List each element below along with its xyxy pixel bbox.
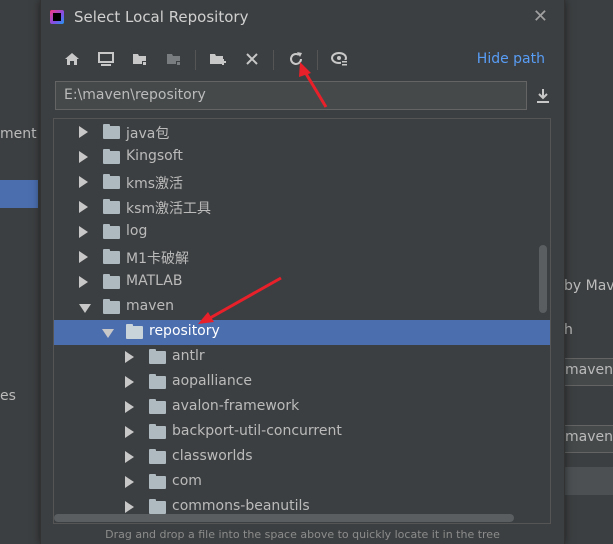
expand-arrow-right-icon[interactable] (79, 126, 88, 138)
hide-path-link[interactable]: Hide path (477, 51, 545, 67)
select-repository-dialog: Select Local Repository ✕ Hide path E:\m… (40, 0, 565, 544)
tree-row[interactable]: aopalliance (54, 370, 550, 395)
folder-tree[interactable]: java包 Kingsoft kms激活 ksm激活工具 log M1卡破解 MATLAB m… (53, 118, 551, 524)
folder-icon (149, 499, 166, 514)
toolbar-separator (195, 50, 196, 70)
tree-row-label: java包 (126, 126, 170, 142)
folder-icon (126, 324, 143, 339)
tree-row-label: ksm激活工具 (126, 201, 212, 217)
dialog-title: Select Local Repository (74, 8, 249, 26)
tree-row-label: commons-beanutils (172, 498, 310, 514)
tree-row[interactable]: maven (54, 295, 550, 320)
folder-icon (149, 449, 166, 464)
tree-row-label: aopalliance (172, 373, 253, 389)
intellij-app-icon (50, 10, 64, 24)
tree-row-label: M1卡破解 (126, 251, 189, 267)
tree-row-label: maven (126, 298, 174, 314)
background-text: ment (0, 126, 37, 142)
background-text: by Mave (564, 278, 613, 294)
background-selected-item (0, 180, 38, 208)
expand-arrow-right-icon[interactable] (125, 376, 134, 388)
toolbar: Hide path (55, 46, 555, 74)
folder-icon (103, 274, 120, 289)
tree-row-label: avalon-framework (172, 398, 300, 414)
tree-row[interactable]: ksm激活工具 (54, 195, 550, 220)
tree-row[interactable]: classworlds (54, 445, 550, 470)
folder-icon (149, 424, 166, 439)
background-field: maven-3 (558, 358, 613, 386)
expand-arrow-right-icon[interactable] (125, 351, 134, 363)
tree-row-label: log (126, 223, 148, 239)
tree-row[interactable]: log (54, 220, 550, 245)
tree-row-label: MATLAB (126, 273, 183, 289)
expand-arrow-right-icon[interactable] (125, 426, 134, 438)
expand-arrow-right-icon[interactable] (79, 226, 88, 238)
tree-row[interactable]: java包 (54, 120, 550, 145)
refresh-icon[interactable] (283, 46, 309, 72)
home-icon[interactable] (59, 46, 85, 72)
expand-arrow-right-icon[interactable] (79, 251, 88, 263)
drag-drop-hint: Drag and drop a file into the space abov… (105, 528, 500, 541)
download-icon[interactable] (531, 84, 555, 108)
tree-row-label: com (172, 473, 202, 489)
tree-row[interactable]: MATLAB (54, 270, 550, 295)
toolbar-separator (317, 50, 318, 70)
tree-row[interactable]: antlr (54, 345, 550, 370)
dialog-titlebar: Select Local Repository ✕ (41, 0, 564, 34)
module-icon[interactable] (161, 46, 187, 72)
background-text: h (564, 322, 573, 338)
tree-row-label: backport-util-concurrent (172, 423, 342, 439)
vertical-scrollbar[interactable] (539, 245, 547, 313)
folder-icon (103, 199, 120, 214)
folder-icon (103, 174, 120, 189)
close-icon[interactable]: ✕ (533, 6, 548, 27)
tree-row[interactable]: backport-util-concurrent (54, 420, 550, 445)
expand-arrow-right-icon[interactable] (79, 201, 88, 213)
toolbar-separator (273, 50, 274, 70)
tree-row[interactable]: kms激活 (54, 170, 550, 195)
expand-arrow-right-icon[interactable] (79, 276, 88, 288)
desktop-icon[interactable] (93, 46, 119, 72)
folder-icon (103, 224, 120, 239)
background-block (558, 467, 613, 495)
expand-arrow-right-icon[interactable] (79, 176, 88, 188)
expand-arrow-down-icon[interactable] (102, 329, 114, 338)
path-input[interactable]: E:\maven\repository (55, 81, 527, 110)
expand-arrow-down-icon[interactable] (79, 304, 91, 313)
expand-arrow-right-icon[interactable] (125, 451, 134, 463)
project-icon[interactable] (127, 46, 153, 72)
folder-icon (149, 349, 166, 364)
folder-icon (149, 399, 166, 414)
folder-icon (103, 124, 120, 139)
folder-icon (149, 374, 166, 389)
folder-icon (103, 149, 120, 164)
delete-icon[interactable] (239, 46, 265, 72)
expand-arrow-right-icon[interactable] (125, 501, 134, 513)
new-folder-icon[interactable] (205, 46, 231, 72)
tree-row-label: classworlds (172, 448, 253, 464)
show-hidden-icon[interactable] (327, 46, 353, 72)
folder-icon (149, 474, 166, 489)
tree-row[interactable]: repository (54, 320, 550, 345)
tree-row[interactable]: Kingsoft (54, 145, 550, 170)
background-text: es (0, 388, 16, 404)
tree-row[interactable]: com (54, 470, 550, 495)
expand-arrow-right-icon[interactable] (125, 476, 134, 488)
folder-icon (103, 299, 120, 314)
tree-row[interactable]: M1卡破解 (54, 245, 550, 270)
tree-row-label: antlr (172, 348, 205, 364)
horizontal-scrollbar[interactable] (54, 514, 514, 522)
tree-row-label: repository (149, 323, 220, 339)
tree-row-label: kms激活 (126, 176, 184, 192)
folder-icon (103, 249, 120, 264)
tree-row[interactable]: avalon-framework (54, 395, 550, 420)
tree-row-label: Kingsoft (126, 148, 183, 164)
expand-arrow-right-icon[interactable] (125, 401, 134, 413)
background-field: maven-3 (558, 425, 613, 453)
expand-arrow-right-icon[interactable] (79, 151, 88, 163)
